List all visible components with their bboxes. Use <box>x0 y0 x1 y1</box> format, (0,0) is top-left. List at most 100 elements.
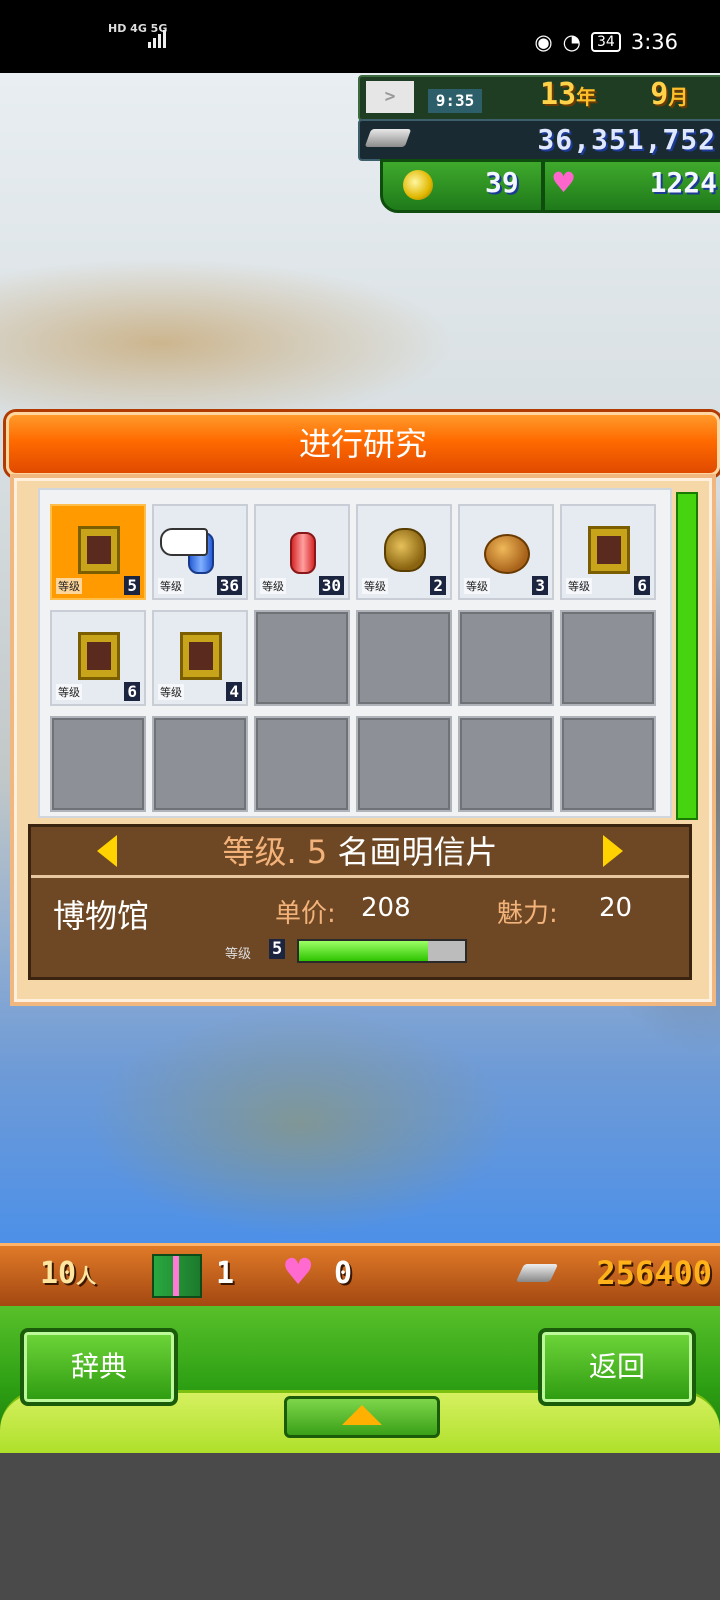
charm-value-detail: 20 <box>599 893 633 923</box>
level-tag: 等级 <box>56 684 82 700</box>
item-slot[interactable]: 等级 4 <box>152 610 248 706</box>
red-capsule-icon <box>290 532 316 574</box>
price-value: 208 <box>361 893 411 923</box>
up-arrow-icon <box>342 1405 382 1425</box>
item-slot[interactable]: 等级 2 <box>356 504 452 600</box>
status-right: ◉ ◔ 34 3:36 <box>534 30 678 54</box>
level-progress-fill <box>299 941 429 961</box>
back-button[interactable]: 返回 <box>538 1328 696 1406</box>
fast-forward-icon[interactable]: > <box>366 81 414 113</box>
painting-postcard-icon <box>78 526 120 574</box>
hud-coin-row: 39 ♥ 1224 <box>380 159 720 213</box>
grid-scrollbar[interactable] <box>676 492 698 820</box>
item-level-number: 30 <box>318 576 344 595</box>
painting-postcard-icon <box>588 526 630 574</box>
level-tag: 等级 <box>566 578 592 594</box>
item-name-row: 等级. 5 名画明信片 <box>31 827 689 878</box>
empty-slot <box>560 716 656 812</box>
level-tag: 等级 <box>260 578 286 594</box>
research-dialog: 等级 5 等级 36 等级 30 等级 2 等级 3 等级 6 等级 6 等级 4 等级. 5 名画明信片 博… <box>10 474 716 1006</box>
level-tag: 等级 <box>362 578 388 594</box>
item-name: 名画明信片 <box>337 833 498 871</box>
empty-slot <box>254 610 350 706</box>
coin-icon <box>403 170 433 200</box>
item-level-number: 6 <box>634 576 650 595</box>
item-level-number: 2 <box>430 576 446 595</box>
charm-value: 1224 <box>649 166 717 199</box>
battery-icon: 34 <box>591 32 621 52</box>
game-time: 9:35 <box>428 89 482 113</box>
expand-menu-button[interactable] <box>284 1396 440 1438</box>
status-bar: HD 4G 5G ◉ ◔ 34 3:36 <box>0 0 720 73</box>
heart-icon: ♥ <box>282 1252 315 1293</box>
speed-icon: ◔ <box>562 30 581 54</box>
item-level-number: 3 <box>532 576 548 595</box>
visitor-count: 10人 <box>40 1256 96 1291</box>
item-slot[interactable]: 等级 6 <box>560 504 656 600</box>
bottom-menu: 辞典 返回 <box>0 1306 720 1453</box>
money-value: 36,351,752 <box>537 123 716 156</box>
empty-slot <box>458 610 554 706</box>
painting-postcard-icon <box>180 632 222 680</box>
coin-value: 39 <box>485 166 519 199</box>
item-slot[interactable]: 等级 30 <box>254 504 350 600</box>
empty-slot <box>50 716 146 812</box>
top-hud: > 9:35 13年 9月 36,351,752 39 ♥ 1224 <box>358 73 720 213</box>
month-unit: 月 <box>668 85 689 109</box>
empty-slot <box>356 716 452 812</box>
charm-label: 魅力: <box>497 899 558 929</box>
money-total: 256400 <box>596 1254 712 1292</box>
pointing-hand-icon <box>160 528 208 556</box>
people-unit: 人 <box>76 1264 97 1288</box>
item-level-number: 5 <box>124 576 140 595</box>
item-slot[interactable]: 等级 5 <box>50 504 146 600</box>
price-label: 单价: <box>275 899 336 929</box>
item-level-number: 4 <box>226 682 242 701</box>
empty-slot <box>254 716 350 812</box>
clock-time: 3:36 <box>630 30 678 54</box>
level-tag: 等级 <box>56 578 82 594</box>
year-value: 13 <box>540 77 577 112</box>
level-tag: 等级 <box>158 578 184 594</box>
level-tag: 等级 <box>158 684 184 700</box>
signal-icon <box>148 30 166 48</box>
item-level-number: 36 <box>216 576 242 595</box>
gift-icon <box>152 1254 202 1298</box>
money-icon <box>364 129 412 147</box>
dialog-title: 进行研究 <box>6 412 720 476</box>
hud-date-row: > 9:35 13年 9月 <box>358 75 720 121</box>
heart-count: 0 <box>334 1256 353 1291</box>
pot-icon <box>484 534 530 574</box>
bottom-status-bar: 10人 1 ♥ 0 256400 <box>0 1243 720 1309</box>
level-tag: 等级 <box>464 578 490 594</box>
month-value: 9 <box>650 77 669 112</box>
vase-icon <box>384 528 426 572</box>
empty-slot <box>152 716 248 812</box>
empty-slot <box>560 610 656 706</box>
item-slot[interactable]: 等级 3 <box>458 504 554 600</box>
year-unit: 年 <box>576 85 597 109</box>
heart-icon: ♥ <box>551 166 577 199</box>
item-info-panel: 等级. 5 名画明信片 博物馆 单价: 208 魅力: 20 等级 5 <box>28 824 692 980</box>
empty-slot <box>356 610 452 706</box>
empty-slot <box>458 716 554 812</box>
item-slot[interactable]: 等级 6 <box>50 610 146 706</box>
next-arrow-icon[interactable] <box>603 835 623 867</box>
dictionary-button[interactable]: 辞典 <box>20 1328 178 1406</box>
item-grid: 等级 5 等级 36 等级 30 等级 2 等级 3 等级 6 等级 6 等级 4 <box>50 504 656 812</box>
level-bar-number: 5 <box>269 939 286 959</box>
item-title: 等级. 5 名画明信片 <box>31 833 689 871</box>
item-level-number: 6 <box>124 682 140 701</box>
painting-postcard-icon <box>78 632 120 680</box>
gift-count: 1 <box>216 1256 235 1291</box>
money-icon <box>515 1264 559 1282</box>
level-bar-tag: 等级 <box>225 947 252 962</box>
game-date: 13年 9月 <box>540 77 688 112</box>
divider <box>541 162 545 210</box>
item-grid-panel: 等级 5 等级 36 等级 30 等级 2 等级 3 等级 6 等级 6 等级 4 <box>38 488 672 818</box>
hud-money-row: 36,351,752 <box>358 119 720 161</box>
people-value: 10 <box>40 1256 77 1291</box>
level-progress-bar <box>297 939 467 963</box>
eye-icon: ◉ <box>534 30 553 54</box>
facility-name: 博物馆 <box>53 897 150 935</box>
